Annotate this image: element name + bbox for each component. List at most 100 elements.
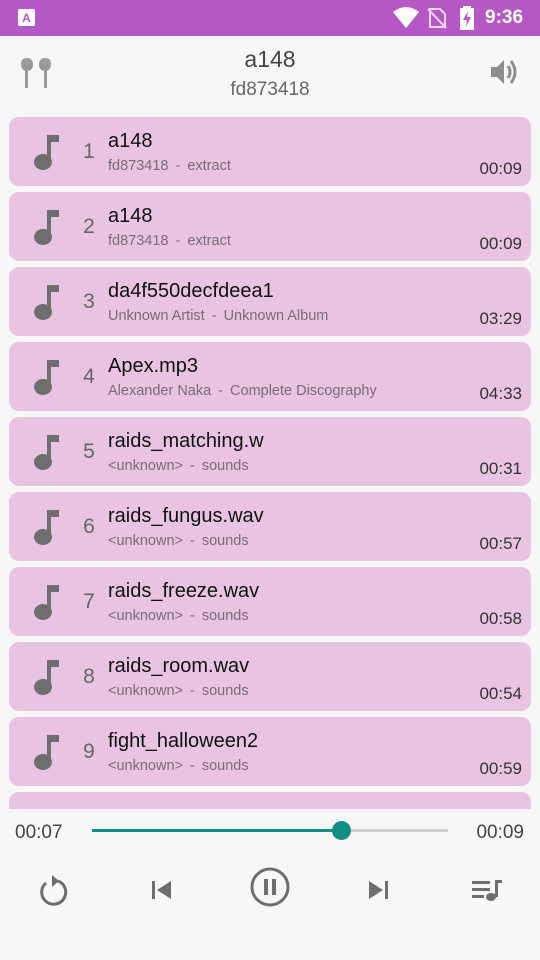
- music-note-icon: [33, 658, 61, 701]
- track-separator: -: [189, 683, 195, 699]
- track-meta: <unknown> - sounds: [108, 608, 249, 624]
- music-note-icon: [33, 583, 61, 626]
- track-title: a148: [108, 205, 153, 227]
- track-number: 6: [83, 515, 95, 538]
- track-number: 4: [83, 365, 95, 388]
- track-duration: 00:54: [479, 684, 522, 703]
- track-meta: <unknown> - sounds: [108, 458, 249, 474]
- track-artist: Alexander Naka: [108, 383, 212, 399]
- track-row[interactable]: 5 raids_matching.w <unknown> - sounds 00:31: [9, 417, 531, 486]
- queue-icon[interactable]: [470, 877, 504, 905]
- track-artist: Unknown Artist: [108, 308, 205, 324]
- repeat-icon[interactable]: [38, 873, 70, 907]
- track-row[interactable]: 1 a148 fd873418- extract 00:09: [9, 117, 531, 186]
- track-separator: -: [189, 608, 195, 624]
- track-album: sounds: [201, 458, 249, 474]
- track-duration: 00:58: [479, 609, 522, 628]
- track-separator: -: [175, 233, 181, 249]
- track-meta: Alexander Naka - Complete Discography: [108, 383, 377, 399]
- track-artist: <unknown>: [108, 758, 183, 774]
- track-album: Complete Discography: [230, 383, 377, 399]
- track-separator: -: [189, 458, 195, 474]
- track-row[interactable]: 10: [9, 792, 531, 809]
- seek-bar[interactable]: [92, 821, 448, 840]
- track-duration: 03:29: [479, 309, 522, 328]
- track-meta: <unknown> - sounds: [108, 683, 249, 699]
- track-duration: 00:31: [479, 459, 522, 478]
- track-album: Unknown Album: [223, 308, 329, 324]
- track-row[interactable]: 9 fight_halloween2 <unknown> - sounds 00:59: [9, 717, 531, 786]
- track-album: sounds: [201, 758, 249, 774]
- track-number: 9: [83, 740, 95, 763]
- track-row[interactable]: 6 raids_fungus.wav <unknown> - sounds 00:57: [9, 492, 531, 561]
- music-note-icon: [33, 283, 61, 326]
- wifi-icon: [393, 7, 419, 28]
- now-playing-header: a148 fd873418: [0, 36, 540, 112]
- player-controls: 00:07 00:09: [0, 809, 540, 960]
- track-album: extract: [187, 158, 231, 174]
- track-row[interactable]: 3 da4f550decfdeea1 Unknown Artist - Unknown …: [9, 267, 531, 336]
- track-separator: -: [218, 383, 224, 399]
- volume-icon[interactable]: [488, 56, 520, 88]
- track-meta: <unknown> - sounds: [108, 533, 249, 549]
- track-number: 3: [83, 290, 95, 313]
- previous-icon[interactable]: [148, 877, 176, 903]
- music-note-icon: [33, 208, 61, 251]
- track-title: a148: [108, 130, 153, 152]
- track-meta: fd873418- extract: [108, 233, 231, 249]
- music-note-icon: [33, 508, 61, 551]
- track-row[interactable]: 8 raids_room.wav <unknown> - sounds 00:54: [9, 642, 531, 711]
- track-duration: 00:09: [479, 234, 522, 253]
- total-time: 00:09: [476, 822, 524, 843]
- track-artist: fd873418: [108, 158, 169, 174]
- track-artist: <unknown>: [108, 683, 183, 699]
- track-separator: -: [189, 758, 195, 774]
- track-album: extract: [187, 233, 231, 249]
- no-sim-icon: [427, 8, 447, 29]
- track-number: 5: [83, 440, 95, 463]
- track-title: raids_freeze.wav: [108, 580, 260, 602]
- status-clock: 9:36: [485, 7, 524, 28]
- track-separator: -: [211, 308, 217, 324]
- track-title: fight_halloween2: [108, 730, 259, 752]
- status-bar: A 9:36: [0, 0, 540, 36]
- music-note-icon: [33, 358, 61, 401]
- now-playing-title: a148: [244, 46, 296, 72]
- track-list[interactable]: 1 a148 fd873418- extract 00:09 2 a148 fd873418-…: [0, 112, 540, 809]
- track-meta: Unknown Artist - Unknown Album: [108, 308, 328, 324]
- track-title: raids_fungus.wav: [108, 505, 264, 527]
- track-title: raids_room.wav: [108, 655, 250, 677]
- track-number: 8: [83, 665, 95, 688]
- track-album: sounds: [201, 533, 249, 549]
- track-meta: <unknown> - sounds: [108, 758, 249, 774]
- track-duration: 00:09: [479, 159, 522, 178]
- track-duration: 04:33: [479, 384, 522, 403]
- track-title: da4f550decfdeea1: [108, 280, 274, 302]
- track-meta: fd873418- extract: [108, 158, 231, 174]
- current-time: 00:07: [15, 822, 63, 843]
- track-artist: fd873418: [108, 233, 169, 249]
- track-separator: -: [175, 158, 181, 174]
- track-artist: <unknown>: [108, 458, 183, 474]
- next-icon[interactable]: [364, 877, 392, 903]
- music-note-icon: [33, 433, 61, 476]
- track-artist: <unknown>: [108, 533, 183, 549]
- track-row[interactable]: 2 a148 fd873418- extract 00:09: [9, 192, 531, 261]
- track-separator: -: [189, 533, 195, 549]
- track-row[interactable]: 7 raids_freeze.wav <unknown> - sounds 00:58: [9, 567, 531, 636]
- track-title: raids_matching.w: [108, 430, 264, 452]
- battery-charging-icon: [460, 6, 474, 30]
- track-title: Apex.mp3: [108, 355, 199, 377]
- seek-bar-thumb[interactable]: [332, 821, 352, 840]
- app-notification-icon: A: [18, 9, 35, 26]
- now-playing-artist: fd873418: [230, 79, 310, 100]
- seek-bar-progress: [92, 829, 342, 832]
- track-row[interactable]: 4 Apex.mp3 Alexander Naka - Complete Discogr…: [9, 342, 531, 411]
- track-number: 1: [83, 140, 95, 163]
- track-artist: <unknown>: [108, 608, 183, 624]
- pause-icon[interactable]: [249, 866, 291, 908]
- music-note-icon: [33, 733, 61, 776]
- track-number: 7: [83, 590, 95, 613]
- track-duration: 00:59: [479, 759, 522, 778]
- track-number: 2: [83, 215, 95, 238]
